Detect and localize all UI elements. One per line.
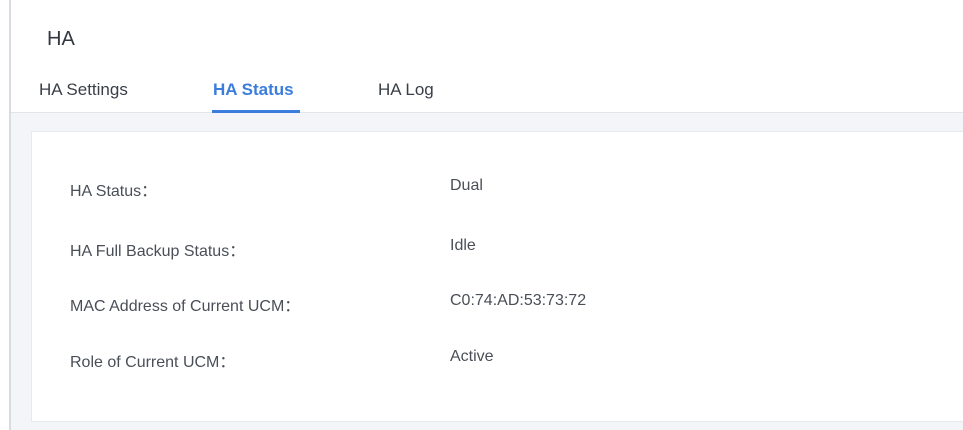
mac-address-value: C0:74:AD:53:73:72	[450, 292, 587, 309]
status-row-role: Role of Current UCM： Active	[32, 348, 963, 372]
page-title: HA	[47, 28, 75, 50]
ha-status-value: Dual	[450, 177, 483, 194]
mac-address-label: MAC Address of Current UCM：	[70, 298, 301, 315]
role-label: Role of Current UCM：	[70, 354, 236, 371]
ha-status-card: HA Status： Dual HA Full Backup Status： I…	[31, 131, 963, 422]
tab-ha-status[interactable]: HA Status	[213, 80, 294, 100]
full-backup-status-value: Idle	[450, 237, 476, 254]
ha-status-label: HA Status：	[70, 183, 158, 200]
tab-bar: HA Settings HA Status HA Log	[11, 70, 963, 113]
full-backup-status-label: HA Full Backup Status：	[70, 243, 246, 260]
status-row-mac-address: MAC Address of Current UCM： C0:74:AD:53:…	[32, 292, 963, 316]
status-row-ha-status: HA Status： Dual	[32, 177, 963, 201]
tab-ha-settings[interactable]: HA Settings	[39, 80, 128, 100]
ha-page: HA HA Settings HA Status HA Log HA Statu…	[0, 0, 963, 430]
tab-ha-log[interactable]: HA Log	[378, 80, 434, 100]
status-row-full-backup: HA Full Backup Status： Idle	[32, 237, 963, 261]
role-value: Active	[450, 348, 494, 365]
